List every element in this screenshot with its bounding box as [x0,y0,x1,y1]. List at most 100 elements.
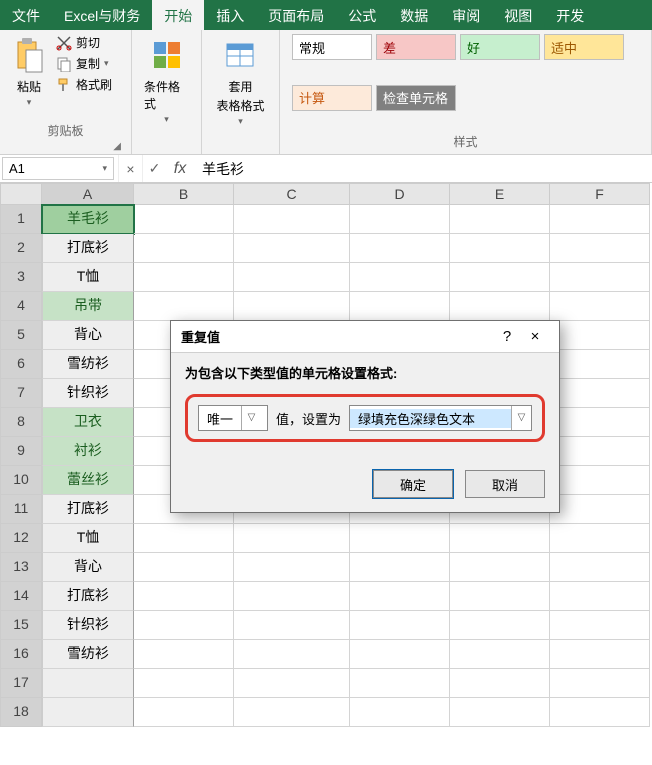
row-header-12[interactable]: 12 [0,524,42,553]
cell-F9[interactable] [550,437,650,466]
name-box[interactable]: A1 ▾ [2,157,114,180]
cell-E16[interactable] [450,640,550,669]
cell-C3[interactable] [234,263,350,292]
tab-2[interactable]: 开始 [152,0,204,30]
cell-A14[interactable]: 打底衫 [42,582,134,611]
cell-D12[interactable] [350,524,450,553]
row-header-15[interactable]: 15 [0,611,42,640]
cell-B13[interactable] [134,553,234,582]
cell-style-4[interactable]: 计算 [292,85,372,111]
cell-D17[interactable] [350,669,450,698]
cell-F6[interactable] [550,350,650,379]
cell-A4[interactable]: 吊带 [42,292,134,321]
cell-E1[interactable] [450,205,550,234]
help-button[interactable]: ? [493,328,521,345]
cell-F2[interactable] [550,234,650,263]
cell-E18[interactable] [450,698,550,727]
cell-F12[interactable] [550,524,650,553]
cell-F7[interactable] [550,379,650,408]
cell-E4[interactable] [450,292,550,321]
cell-F4[interactable] [550,292,650,321]
ok-button[interactable]: 确定 [373,470,453,498]
row-header-9[interactable]: 9 [0,437,42,466]
cell-E3[interactable] [450,263,550,292]
row-header-13[interactable]: 13 [0,553,42,582]
paste-button[interactable]: 粘贴 ▾ [8,34,50,110]
cell-A6[interactable]: 雪纺衫 [42,350,134,379]
type-select[interactable]: 唯一 ▽ [198,405,268,431]
row-header-6[interactable]: 6 [0,350,42,379]
cell-B3[interactable] [134,263,234,292]
cancel-edit-icon[interactable]: × [118,155,142,182]
tab-8[interactable]: 视图 [492,0,544,30]
cell-B16[interactable] [134,640,234,669]
cell-A10[interactable]: 蕾丝衫 [42,466,134,495]
row-header-17[interactable]: 17 [0,669,42,698]
cell-F14[interactable] [550,582,650,611]
cell-A15[interactable]: 针织衫 [42,611,134,640]
col-header-C[interactable]: C [234,183,350,205]
tab-4[interactable]: 页面布局 [256,0,336,30]
col-header-E[interactable]: E [450,183,550,205]
cell-A12[interactable]: T恤 [42,524,134,553]
cell-F1[interactable] [550,205,650,234]
cell-D3[interactable] [350,263,450,292]
conditional-format-button[interactable]: 条件格式 ▾ [140,34,193,127]
cell-B15[interactable] [134,611,234,640]
cell-A5[interactable]: 背心 [42,321,134,350]
cut-button[interactable]: 剪切 [56,34,112,51]
cell-D15[interactable] [350,611,450,640]
cell-C17[interactable] [234,669,350,698]
cell-D16[interactable] [350,640,450,669]
cell-A13[interactable]: 背心 [42,553,134,582]
tab-1[interactable]: Excel与财务 [52,0,152,30]
cell-F15[interactable] [550,611,650,640]
cell-F3[interactable] [550,263,650,292]
cell-E2[interactable] [450,234,550,263]
cell-style-0[interactable]: 常规 [292,34,372,60]
cell-C18[interactable] [234,698,350,727]
cell-E13[interactable] [450,553,550,582]
cell-C2[interactable] [234,234,350,263]
cell-A18[interactable] [42,698,134,727]
cell-F13[interactable] [550,553,650,582]
cell-E15[interactable] [450,611,550,640]
row-header-1[interactable]: 1 [0,205,42,234]
cell-B18[interactable] [134,698,234,727]
cell-D18[interactable] [350,698,450,727]
row-header-14[interactable]: 14 [0,582,42,611]
cell-B12[interactable] [134,524,234,553]
select-all-corner[interactable] [0,183,42,205]
col-header-A[interactable]: A [42,183,134,205]
table-format-button[interactable]: 套用 表格格式 ▾ [212,34,268,129]
fx-icon[interactable]: fx [166,155,194,182]
cancel-button[interactable]: 取消 [465,470,545,498]
tab-3[interactable]: 插入 [204,0,256,30]
format-painter-button[interactable]: 格式刷 [56,76,112,93]
cell-A1[interactable]: 羊毛衫 [42,205,134,234]
cell-F11[interactable] [550,495,650,524]
cell-A17[interactable] [42,669,134,698]
tab-9[interactable]: 开发 [544,0,596,30]
cell-C1[interactable] [234,205,350,234]
row-header-18[interactable]: 18 [0,698,42,727]
tab-5[interactable]: 公式 [336,0,388,30]
cell-D14[interactable] [350,582,450,611]
copy-button[interactable]: 复制▾ [56,55,112,72]
cell-F17[interactable] [550,669,650,698]
cell-style-5[interactable]: 检查单元格 [376,85,456,111]
row-header-3[interactable]: 3 [0,263,42,292]
cell-B2[interactable] [134,234,234,263]
cell-D13[interactable] [350,553,450,582]
cell-D1[interactable] [350,205,450,234]
cell-A11[interactable]: 打底衫 [42,495,134,524]
tab-7[interactable]: 审阅 [440,0,492,30]
cell-C12[interactable] [234,524,350,553]
col-header-D[interactable]: D [350,183,450,205]
cell-E17[interactable] [450,669,550,698]
row-header-5[interactable]: 5 [0,321,42,350]
row-header-7[interactable]: 7 [0,379,42,408]
cell-F18[interactable] [550,698,650,727]
cell-C13[interactable] [234,553,350,582]
cell-E14[interactable] [450,582,550,611]
